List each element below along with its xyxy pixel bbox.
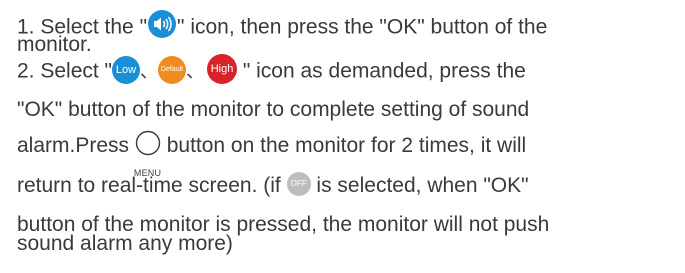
instruction-line-2: monitor.	[17, 33, 92, 56]
separator-1: 、	[140, 61, 159, 82]
line5-text-b: button on the monitor for 2 times, it wi…	[160, 134, 527, 157]
line1-text-b: " icon, then press the "OK" button of th…	[177, 15, 548, 39]
sound-icon	[147, 9, 177, 39]
instruction-line-8: sound alarm any more)	[17, 232, 233, 255]
off-icon: OFF	[286, 172, 311, 197]
manual-page: { "colors": { "text": "#3a3a3a", "sound_…	[0, 0, 685, 273]
line6-text-b: is selected, when "OK"	[310, 174, 529, 197]
line6-text-a: return to real-time screen. (if	[17, 174, 287, 197]
default-icon: Default	[158, 56, 187, 84]
line3-text-b: " icon as demanded, press the	[237, 59, 526, 83]
instruction-line-3: 2. Select " Low、 Default、 High " icon as de…	[17, 54, 526, 87]
line5-text-a: alarm.Press	[17, 134, 130, 157]
instruction-line-4: "OK" button of the monitor to complete s…	[17, 98, 530, 121]
high-icon: High	[207, 54, 238, 84]
instruction-line-5: alarm.Press MENU button on the monitor f…	[17, 131, 527, 178]
menu-button-icon: MENU	[134, 131, 161, 178]
low-icon: Low	[112, 56, 141, 84]
instruction-line-6: return to real-time screen. (if OFF is s…	[17, 172, 529, 198]
separator-2: 、	[186, 61, 205, 82]
line3-text-a: 2. Select "	[17, 59, 113, 83]
instruction-line-1: 1. Select the " " icon, then press the "…	[17, 10, 548, 43]
